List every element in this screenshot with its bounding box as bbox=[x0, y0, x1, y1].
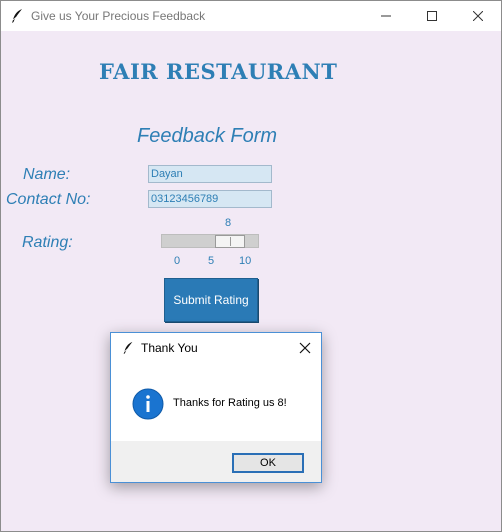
feather-icon bbox=[121, 340, 135, 356]
submit-rating-button[interactable]: Submit Rating bbox=[164, 278, 258, 322]
main-window: Give us Your Precious Feedback FAIR REST… bbox=[0, 0, 502, 532]
name-label: Name: bbox=[23, 166, 71, 183]
dialog-footer: OK bbox=[111, 441, 321, 482]
dialog-close-button[interactable] bbox=[296, 339, 314, 357]
maximize-button[interactable] bbox=[409, 1, 455, 31]
rating-tick-10: 10 bbox=[239, 255, 252, 267]
window-title: Give us Your Precious Feedback bbox=[31, 9, 206, 23]
dialog-message: Thanks for Rating us 8! bbox=[173, 397, 287, 409]
rating-value: 8 bbox=[225, 217, 232, 229]
contact-input[interactable]: 03123456789 bbox=[148, 190, 272, 208]
rating-tick-0: 0 bbox=[174, 255, 181, 267]
dialog-title: Thank You bbox=[141, 341, 198, 355]
minimize-icon bbox=[381, 15, 391, 17]
close-icon bbox=[473, 11, 483, 21]
name-input[interactable]: Dayan bbox=[148, 165, 272, 183]
dialog-title-bar[interactable]: Thank You bbox=[111, 333, 321, 363]
contact-label: Contact No: bbox=[6, 191, 91, 208]
ok-button[interactable]: OK bbox=[232, 453, 304, 473]
restaurant-heading: FAIR RESTAURANT bbox=[99, 59, 338, 84]
rating-slider-handle[interactable] bbox=[215, 235, 245, 248]
close-icon bbox=[299, 342, 311, 354]
feather-icon bbox=[9, 8, 25, 24]
rating-tick-5: 5 bbox=[208, 255, 215, 267]
thank-you-dialog: Thank You Thanks for Rating us 8! OK bbox=[110, 332, 322, 483]
minimize-button[interactable] bbox=[363, 1, 409, 31]
info-icon bbox=[132, 388, 164, 420]
maximize-icon bbox=[427, 11, 437, 21]
title-bar[interactable]: Give us Your Precious Feedback bbox=[1, 1, 501, 31]
rating-label: Rating: bbox=[22, 234, 73, 251]
close-button[interactable] bbox=[455, 1, 501, 31]
form-title: Feedback Form bbox=[137, 125, 278, 147]
